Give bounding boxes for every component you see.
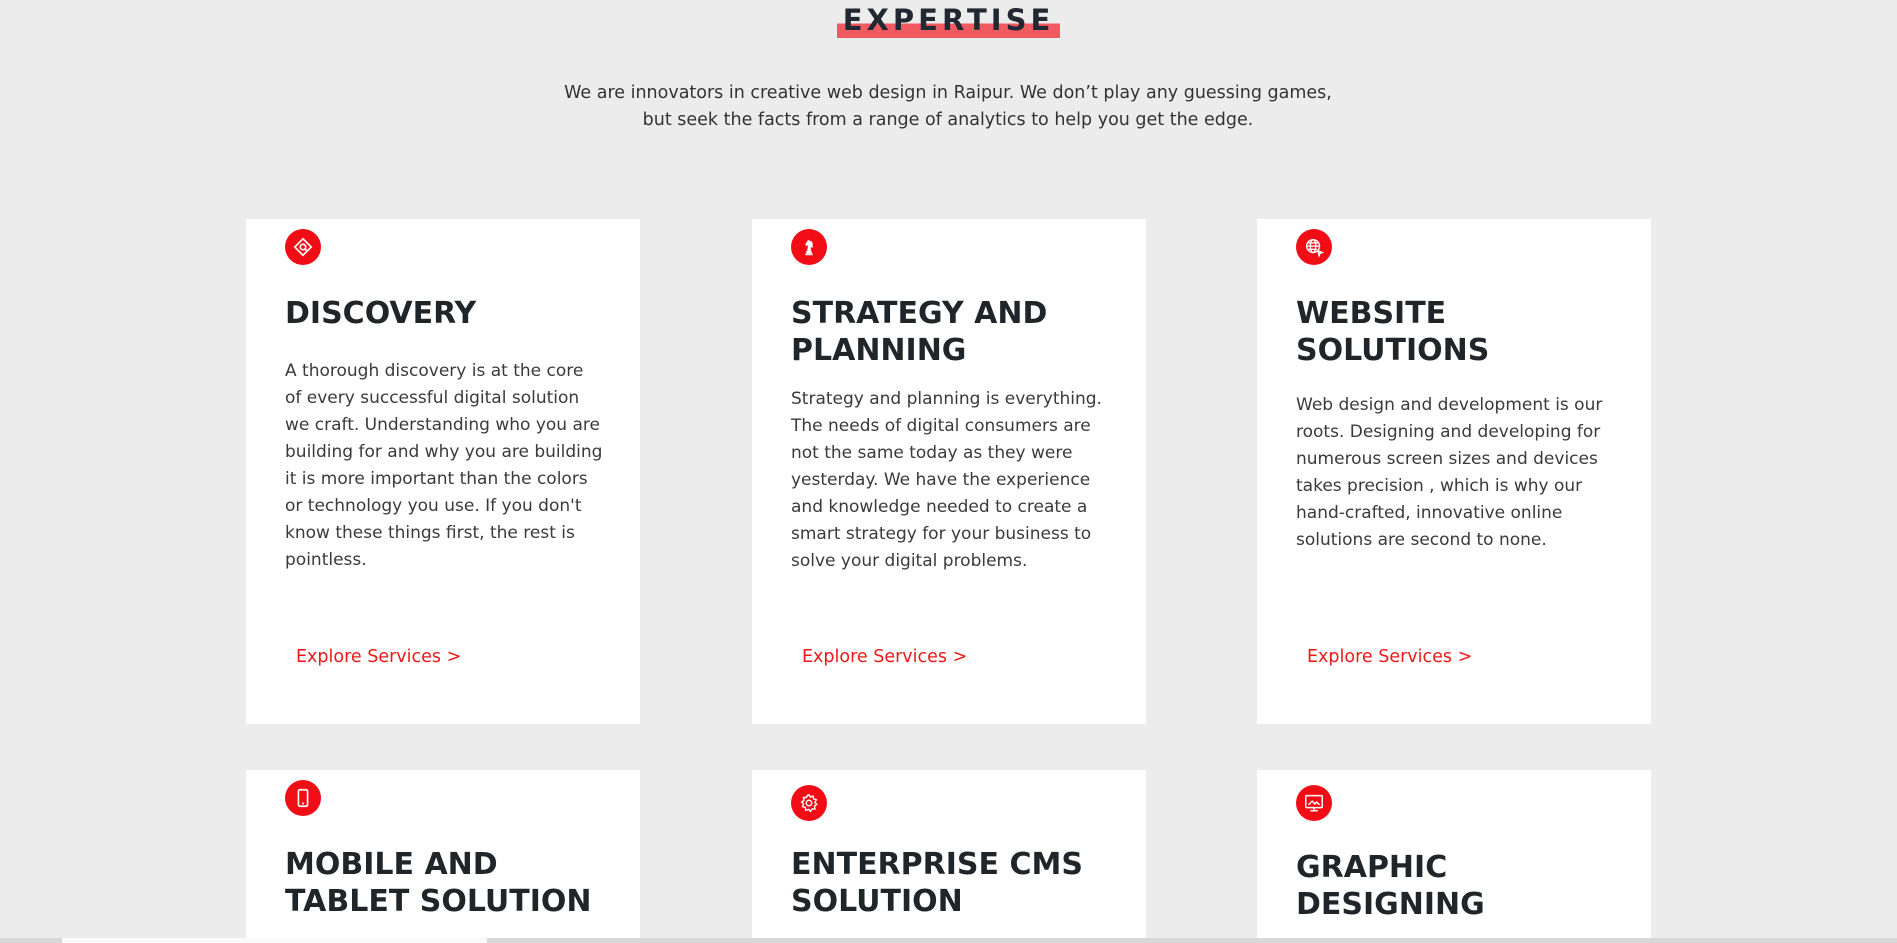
monitor-image-icon bbox=[1296, 785, 1332, 821]
service-card-cms: ENTERPRISE CMS SOLUTION bbox=[752, 770, 1146, 943]
chess-knight-icon bbox=[791, 229, 827, 265]
service-card-mobile: MOBILE AND TABLET SOLUTION bbox=[246, 770, 640, 943]
card-text: Web design and development is our roots.… bbox=[1296, 395, 1603, 550]
explore-services-link[interactable]: Explore Services > bbox=[1307, 647, 1472, 667]
card-text: A thorough discovery is at the core of e… bbox=[285, 361, 603, 570]
section-heading: EXPERTISE bbox=[0, 0, 1897, 62]
service-card-discovery: DISCOVERY A thorough discovery is at the… bbox=[246, 219, 640, 724]
card-title: ENTERPRISE CMS SOLUTION bbox=[791, 847, 1083, 919]
explore-services-link[interactable]: Explore Services > bbox=[802, 647, 967, 667]
globe-cursor-icon bbox=[1296, 229, 1332, 265]
gear-icon bbox=[791, 785, 827, 821]
card-title: WEBSITE SOLUTIONS bbox=[1296, 296, 1490, 368]
explore-services-link[interactable]: Explore Services > bbox=[296, 647, 461, 667]
card-title: MOBILE AND TABLET SOLUTION bbox=[285, 847, 592, 919]
service-card-website: WEBSITE SOLUTIONS Web design and develop… bbox=[1257, 219, 1651, 724]
scrollbar-thumb[interactable] bbox=[62, 938, 487, 943]
card-title: STRATEGY AND PLANNING bbox=[791, 296, 1048, 368]
section-intro: We are innovators in creative web design… bbox=[564, 83, 1332, 130]
horizontal-scrollbar[interactable] bbox=[0, 938, 1897, 943]
compass-target-icon bbox=[285, 229, 321, 265]
section-title: EXPERTISE bbox=[836, 2, 1061, 38]
service-card-strategy: STRATEGY AND PLANNING Strategy and plann… bbox=[752, 219, 1146, 724]
service-card-graphic: GRAPHIC DESIGNING bbox=[1257, 770, 1651, 943]
card-text: Strategy and planning is everything. The… bbox=[791, 389, 1102, 571]
card-title: GRAPHIC DESIGNING bbox=[1296, 850, 1485, 922]
mobile-phone-icon bbox=[285, 780, 321, 816]
card-title: DISCOVERY bbox=[285, 296, 477, 331]
